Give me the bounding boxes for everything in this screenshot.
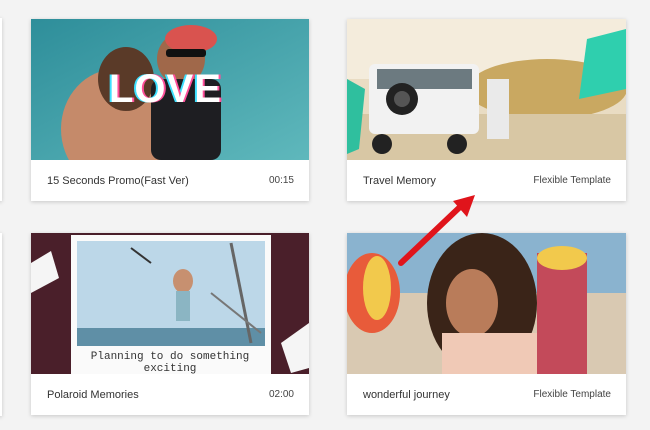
annotation-arrow-icon [398,195,475,266]
template-card-travel-memory[interactable]: Travel Memory Flexible Template [347,19,626,201]
template-thumbnail[interactable]: Planning to do something exciting [31,233,309,374]
template-card-promo[interactable]: LOVE 15 Seconds Promo(Fast Ver) 00:15 [31,19,309,201]
template-title: wonderful journey [363,388,450,401]
polaroid-caption: Planning to do something exciting [90,351,250,374]
template-card-wonderful-journey[interactable]: wonderful journey Flexible Template [347,233,626,415]
partial-card-left-bottom[interactable] [0,233,2,416]
jeep-travel-image [347,19,626,160]
template-title: 15 Seconds Promo(Fast Ver) [47,174,189,187]
template-thumbnail[interactable]: LOVE [31,19,309,160]
template-type: Flexible Template [533,175,611,186]
template-title: Travel Memory [363,174,436,187]
template-title: Polaroid Memories [47,388,139,401]
love-overlay-text: LOVE [109,67,222,111]
carnival-girl-image [347,233,626,374]
partial-card-left-top[interactable] [0,18,2,201]
template-thumbnail[interactable] [347,233,626,374]
template-duration: 00:15 [268,175,294,186]
template-thumbnail[interactable] [347,19,626,160]
template-type: Flexible Template [533,389,611,400]
template-card-polaroid[interactable]: Planning to do something exciting Polaro… [31,233,309,415]
template-duration: 02:00 [268,389,294,400]
